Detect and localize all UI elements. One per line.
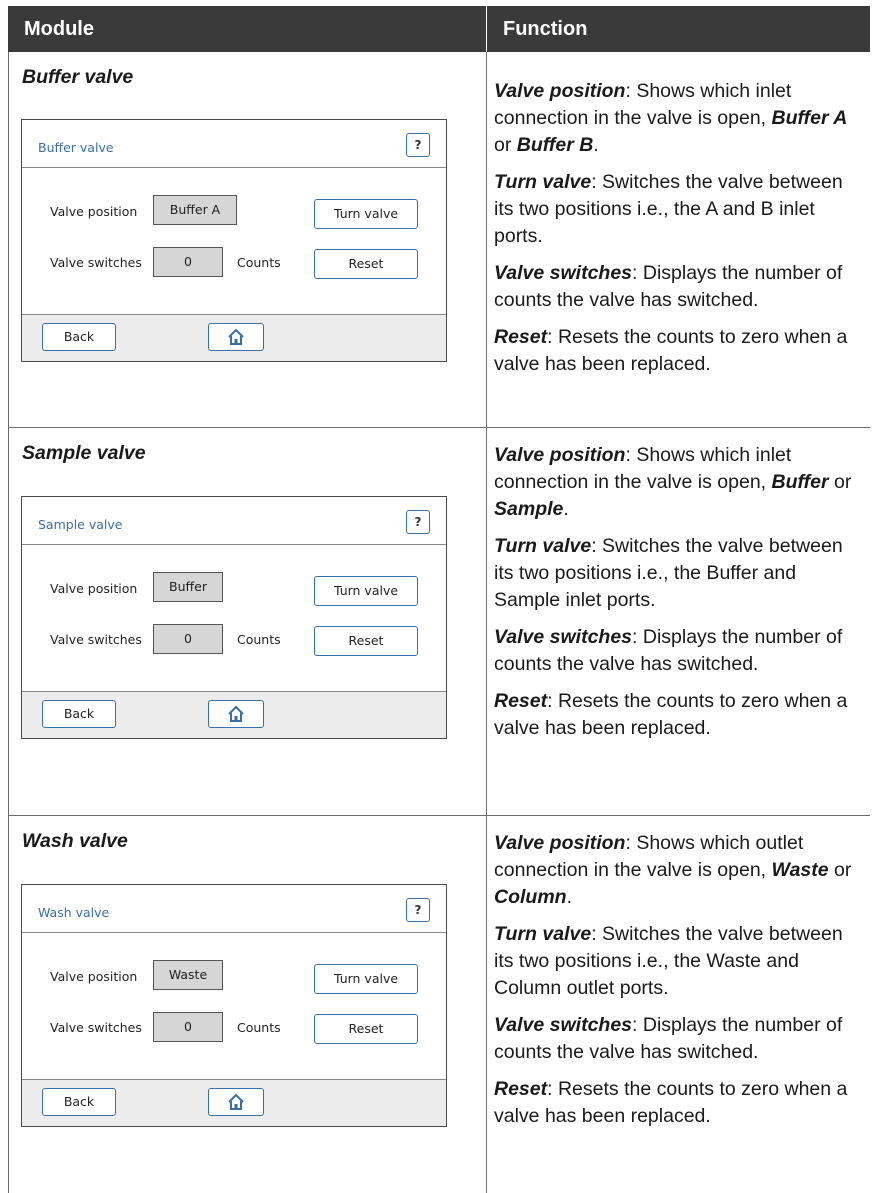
screen-footer: Back (22, 1079, 446, 1126)
header-module: Module (24, 18, 94, 40)
desc-valve-position: Valve position: Shows which inlet connec… (494, 80, 848, 156)
valve-switches-label: Valve switches (50, 632, 142, 647)
valve-position-value: Waste (153, 960, 223, 990)
module-title: Sample valve (22, 442, 146, 464)
home-icon (228, 705, 244, 722)
reset-button[interactable]: Reset (314, 626, 418, 656)
help-button[interactable]: ? (406, 510, 430, 534)
module-title: Buffer valve (22, 66, 134, 88)
module-title: Wash valve (22, 830, 128, 852)
counts-label: Counts (237, 255, 281, 270)
screen-footer: Back (22, 691, 446, 738)
desc-valve-switches: Valve switches: Displays the number of c… (494, 262, 843, 311)
desc-valve-position: Valve position: Shows which outlet conne… (494, 832, 852, 908)
desc-valve-switches: Valve switches: Displays the number of c… (494, 1014, 843, 1063)
desc-valve-position: Valve position: Shows which inlet connec… (494, 444, 852, 520)
valve-switches-value: 0 (153, 624, 223, 654)
screen-title: Sample valve (38, 517, 123, 532)
valve-position-value: Buffer A (153, 195, 237, 225)
valve-position-value: Buffer (153, 572, 223, 602)
back-button[interactable]: Back (42, 323, 116, 351)
help-button[interactable]: ? (406, 133, 430, 157)
header-function: Function (486, 6, 877, 52)
home-icon (228, 1093, 244, 1110)
desc-turn-valve: Turn valve: Switches the valve between i… (494, 535, 843, 611)
table-row-buffer-valve: Buffer valve Buffer valve ? Valve positi… (8, 52, 870, 427)
function-description: Valve position: Shows which outlet conne… (494, 830, 854, 1140)
turn-valve-button[interactable]: Turn valve (314, 576, 418, 606)
back-button[interactable]: Back (42, 1088, 116, 1116)
table-header: Module Function (8, 6, 870, 52)
table-row-wash-valve: Wash valve Wash valve ? Valve position W… (8, 816, 870, 1193)
table-row-sample-valve: Sample valve Sample valve ? Valve positi… (8, 428, 870, 815)
wash-valve-screen: Wash valve ? Valve position Waste Turn v… (21, 884, 447, 1127)
function-description: Valve position: Shows which inlet connec… (494, 78, 854, 388)
buffer-valve-screen: Buffer valve ? Valve position Buffer A T… (21, 119, 447, 362)
desc-valve-switches: Valve switches: Displays the number of c… (494, 626, 843, 675)
valve-switches-value: 0 (153, 1012, 223, 1042)
back-button[interactable]: Back (42, 700, 116, 728)
desc-turn-valve: Turn valve: Switches the valve between i… (494, 171, 843, 247)
valve-switches-label: Valve switches (50, 255, 142, 270)
home-button[interactable] (208, 1088, 264, 1116)
desc-reset: Reset: Resets the counts to zero when a … (494, 1078, 848, 1127)
turn-valve-button[interactable]: Turn valve (314, 964, 418, 994)
screen-footer: Back (22, 314, 446, 361)
help-button[interactable]: ? (406, 898, 430, 922)
valve-position-label: Valve position (50, 204, 138, 219)
valve-switches-value: 0 (153, 247, 223, 277)
counts-label: Counts (237, 632, 281, 647)
valve-switches-label: Valve switches (50, 1020, 142, 1035)
screen-divider (22, 544, 446, 545)
reset-button[interactable]: Reset (314, 1014, 418, 1044)
home-button[interactable] (208, 700, 264, 728)
screen-divider (22, 167, 446, 168)
screen-divider (22, 932, 446, 933)
desc-reset: Reset: Resets the counts to zero when a … (494, 690, 848, 739)
function-description: Valve position: Shows which inlet connec… (494, 442, 854, 752)
screen-title: Wash valve (38, 905, 110, 920)
screen-title: Buffer valve (38, 140, 114, 155)
home-icon (228, 328, 244, 345)
turn-valve-button[interactable]: Turn valve (314, 199, 418, 229)
reset-button[interactable]: Reset (314, 249, 418, 279)
home-button[interactable] (208, 323, 264, 351)
valve-position-label: Valve position (50, 581, 138, 596)
desc-turn-valve: Turn valve: Switches the valve between i… (494, 923, 843, 999)
counts-label: Counts (237, 1020, 281, 1035)
desc-reset: Reset: Resets the counts to zero when a … (494, 326, 848, 375)
sample-valve-screen: Sample valve ? Valve position Buffer Tur… (21, 496, 447, 739)
valve-position-label: Valve position (50, 969, 138, 984)
